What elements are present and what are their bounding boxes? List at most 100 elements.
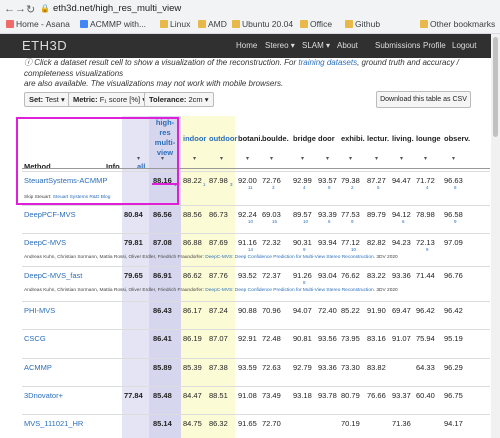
dataset-score[interactable]: 96.29 — [444, 363, 463, 372]
header-boulde[interactable]: boulde. — [262, 134, 289, 143]
indoor-score[interactable]: 84.75 — [183, 419, 202, 428]
high-res-score[interactable]: 86.91 — [153, 271, 172, 280]
dataset-score[interactable]: 93.57 — [318, 176, 337, 185]
high-res-score[interactable]: 85.48 — [153, 391, 172, 400]
dataset-score[interactable]: 94.23 — [392, 238, 411, 247]
dataset-score[interactable]: 96.42 — [416, 306, 435, 315]
dataset-score[interactable]: 78.98 — [416, 210, 435, 219]
dataset-score[interactable]: 71.36 — [392, 419, 411, 428]
paper-link[interactable]: DeepC-MVS: Deep Confidence Prediction fo… — [205, 288, 375, 293]
dataset-score[interactable]: 72.37 — [262, 271, 281, 280]
method-name-6[interactable]: ACMMP — [24, 363, 52, 372]
nav-profile[interactable]: Profile — [423, 41, 446, 50]
training-datasets-link[interactable]: training datasets — [298, 58, 357, 67]
dataset-score[interactable]: 91.65 — [238, 419, 257, 428]
all-score[interactable]: 80.84 — [124, 210, 143, 219]
dataset-score[interactable]: 77.12 — [341, 238, 360, 247]
bookmark-acmmp[interactable]: ACMMP with... — [80, 17, 146, 31]
dataset-score[interactable]: 82.82 — [367, 238, 386, 247]
outdoor-score[interactable]: 87.24 — [209, 306, 228, 315]
dataset-score[interactable]: 91.16 — [238, 238, 257, 247]
method-name-4[interactable]: PHI-MVS — [24, 306, 55, 315]
nav-submissions[interactable]: Submissions — [375, 41, 420, 50]
dataset-score[interactable]: 90.31 — [293, 238, 312, 247]
dataset-score[interactable]: 93.94 — [318, 238, 337, 247]
all-score[interactable]: 79.81 — [124, 238, 143, 247]
dataset-score[interactable]: 60.40 — [416, 391, 435, 400]
paper-link[interactable]: DeepC-MVS: Deep Confidence Prediction fo… — [205, 255, 375, 260]
bookmark-amd[interactable]: AMD — [198, 17, 227, 31]
sort-arrow-icon[interactable]: ▾ — [301, 155, 304, 162]
header-botani[interactable]: botani. — [238, 134, 263, 143]
sort-arrow-icon[interactable]: ▾ — [349, 155, 352, 162]
dataset-score[interactable]: 96.58 — [444, 210, 463, 219]
bookmark-linux[interactable]: Linux — [160, 17, 190, 31]
nav-slam[interactable]: SLAM ▾ — [302, 41, 330, 50]
high-res-score[interactable]: 86.41 — [153, 334, 172, 343]
method-name-1[interactable]: DeepPCF-MVS — [24, 210, 76, 219]
sort-arrow-icon[interactable]: ▾ — [326, 155, 329, 162]
dataset-score[interactable]: 92.99 — [293, 176, 312, 185]
dataset-score[interactable]: 87.27 — [367, 176, 386, 185]
nav-stereo[interactable]: Stereo ▾ — [265, 41, 295, 50]
sort-arrow-icon[interactable]: ▾ — [220, 155, 223, 162]
dataset-score[interactable]: 69.47 — [392, 306, 411, 315]
dataset-score[interactable]: 91.90 — [367, 306, 386, 315]
header-door[interactable]: door — [318, 134, 335, 143]
dataset-score[interactable]: 96.75 — [444, 391, 463, 400]
dataset-score[interactable]: 70.96 — [262, 306, 281, 315]
indoor-score[interactable]: 88.22 — [183, 176, 202, 185]
indoor-score[interactable]: 84.47 — [183, 391, 202, 400]
bookmark-github[interactable]: Github — [345, 17, 380, 31]
dataset-score[interactable]: 93.52 — [238, 271, 257, 280]
header-outdoor[interactable]: outdoor — [209, 134, 237, 143]
dataset-score[interactable]: 92.24 — [238, 210, 257, 219]
indoor-score[interactable]: 88.56 — [183, 210, 202, 219]
address-bar[interactable]: 🔒 eth3d.net/high_res_multi_view — [40, 2, 460, 15]
dataset-score[interactable]: 76.66 — [367, 391, 386, 400]
dataset-score[interactable]: 83.16 — [367, 334, 386, 343]
dataset-score[interactable]: 93.59 — [238, 363, 257, 372]
dataset-score[interactable]: 93.36 — [318, 363, 337, 372]
sort-arrow-icon[interactable]: ▾ — [270, 155, 273, 162]
method-name-5[interactable]: CSCG — [24, 334, 46, 343]
indoor-score[interactable]: 86.17 — [183, 306, 202, 315]
high-res-score[interactable]: 86.56 — [153, 210, 172, 219]
indoor-score[interactable]: 86.19 — [183, 334, 202, 343]
sort-arrow-icon[interactable]: ▾ — [375, 155, 378, 162]
dataset-score[interactable]: 71.44 — [416, 271, 435, 280]
dataset-score[interactable]: 69.03 — [262, 210, 281, 219]
outdoor-score[interactable]: 87.69 — [209, 238, 228, 247]
outdoor-score[interactable]: 86.73 — [209, 210, 228, 219]
download-csv-button[interactable]: Download this table as CSV — [376, 91, 471, 108]
header-lounge[interactable]: lounge — [416, 134, 441, 143]
dataset-score[interactable]: 93.78 — [318, 391, 337, 400]
back-icon[interactable]: ← — [4, 3, 15, 15]
dataset-score[interactable]: 75.94 — [416, 334, 435, 343]
nav-logout[interactable]: Logout — [452, 41, 476, 50]
header-exhibi[interactable]: exhibi. — [341, 134, 365, 143]
dataset-score[interactable]: 91.26 — [293, 271, 312, 280]
nav-home[interactable]: Home — [236, 41, 257, 50]
dataset-score[interactable]: 92.91 — [238, 334, 257, 343]
dataset-score[interactable]: 94.07 — [293, 306, 312, 315]
indoor-score[interactable]: 86.62 — [183, 271, 202, 280]
dataset-score[interactable]: 93.56 — [318, 334, 337, 343]
all-score[interactable]: 77.84 — [124, 391, 143, 400]
dataset-score[interactable]: 76.62 — [341, 271, 360, 280]
bookmark-office[interactable]: Office — [300, 17, 332, 31]
bookmark-home-asana[interactable]: Home - Asana — [6, 17, 70, 31]
sort-arrow-icon[interactable]: ▾ — [452, 155, 455, 162]
dataset-score[interactable]: 89.57 — [293, 210, 312, 219]
outdoor-score[interactable]: 87.76 — [209, 271, 228, 280]
bookmark-ubuntu[interactable]: Ubuntu 20.04 — [232, 17, 293, 31]
dataset-score[interactable]: 93.04 — [318, 271, 337, 280]
high-res-score[interactable]: 87.08 — [153, 238, 172, 247]
dataset-score[interactable]: 64.33 — [416, 363, 435, 372]
outdoor-score[interactable]: 87.38 — [209, 363, 228, 372]
dataset-score[interactable]: 92.79 — [293, 363, 312, 372]
dataset-score[interactable]: 96.63 — [444, 176, 463, 185]
dataset-score[interactable]: 72.70 — [262, 419, 281, 428]
dataset-score[interactable]: 72.13 — [416, 238, 435, 247]
dataset-score[interactable]: 93.36 — [392, 271, 411, 280]
